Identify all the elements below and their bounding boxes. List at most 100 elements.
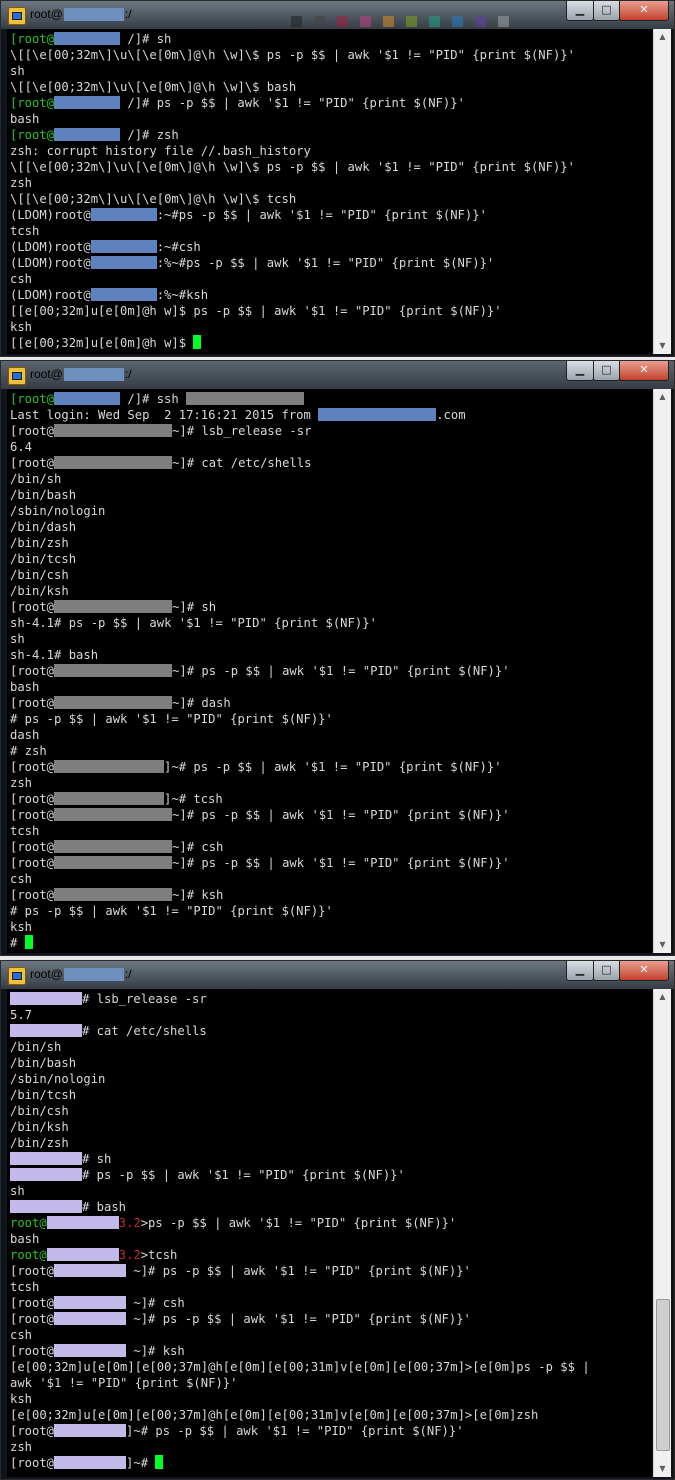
terminal-text: # ps -p $$ | awk '$1 != "PID" {print $(N… <box>10 712 333 726</box>
minimize-button[interactable]: ▁ <box>566 1 594 21</box>
scroll-down-arrow-icon[interactable]: ▼ <box>654 1461 671 1477</box>
terminal-text: /bin/dash <box>10 520 77 534</box>
terminal-text: [root@ <box>10 808 55 822</box>
terminal-text: sh <box>10 64 25 78</box>
vertical-scrollbar[interactable]: ▲ ▼ <box>653 989 671 1477</box>
terminal-line: \[[\e[00;32m\]\u\[\e[0m\]@\h \w]\$ ps -p… <box>10 47 652 63</box>
terminal-text: ~]# ps -p $$ | awk '$1 != "PID" {print $… <box>172 856 510 870</box>
redacted-text <box>54 664 173 677</box>
terminal-text: [root@ <box>10 424 55 438</box>
terminal-text: ksh <box>10 920 33 934</box>
maximize-button[interactable]: □ <box>593 961 620 981</box>
terminal-text: [root@ <box>10 840 55 854</box>
terminal-window-2[interactable]: root@:/ ▁ □ ✕ [root@ /]# ssh Last login:… <box>0 360 675 956</box>
vertical-scrollbar[interactable]: ▲ ▼ <box>653 389 671 953</box>
redacted-text <box>54 808 173 821</box>
maximize-button[interactable]: □ <box>593 1 620 21</box>
terminal-text: :~#csh <box>156 240 201 254</box>
terminal-text: ~]# ksh <box>172 888 224 902</box>
terminal-line: # zsh <box>10 743 652 759</box>
putty-icon[interactable] <box>8 967 26 985</box>
terminal-line: (LDOM)root@:~#csh <box>10 239 652 255</box>
terminal-text: ~]# cat /etc/shells <box>172 456 312 470</box>
title-bar[interactable]: root@:/ ▁ □ ✕ <box>1 961 674 989</box>
maximize-button[interactable]: □ <box>593 361 620 381</box>
scroll-up-arrow-icon[interactable]: ▲ <box>654 29 671 45</box>
putty-icon[interactable] <box>8 367 26 385</box>
terminal-text: ~]# ps -p $$ | awk '$1 != "PID" {print $… <box>172 664 510 678</box>
terminal-line: # sh <box>10 1151 652 1167</box>
scroll-down-arrow-icon[interactable]: ▼ <box>654 937 671 953</box>
redacted-text <box>186 392 305 405</box>
terminal-text: # <box>10 936 25 950</box>
close-button[interactable]: ✕ <box>619 361 669 381</box>
terminal-text: ~]# dash <box>172 696 231 710</box>
terminal-output[interactable]: [root@ /]# sh \[[\e[00;32m\]\u\[\e[0m\]@\… <box>7 29 652 354</box>
terminal-line: 6.4 <box>10 439 652 455</box>
terminal-text: /]# zsh <box>120 128 179 142</box>
scroll-down-arrow-icon[interactable]: ▼ <box>654 338 671 354</box>
terminal-text: /]# ssh <box>120 392 187 406</box>
terminal-line: sh <box>10 631 652 647</box>
terminal-line: /sbin/nologin <box>10 1071 652 1087</box>
terminal-line: /sbin/nologin <box>10 503 652 519</box>
terminal-line: [root@ ~]# ps -p $$ | awk '$1 != "PID" {… <box>10 1311 652 1327</box>
scrollbar-thumb[interactable] <box>656 1299 670 1451</box>
title-bar[interactable]: root@:/ ▁ □ ✕ <box>1 1 674 29</box>
terminal-text: (LDOM)root@ <box>10 208 91 222</box>
scroll-up-arrow-icon[interactable]: ▲ <box>654 389 671 405</box>
terminal-text: dash <box>10 728 40 742</box>
terminal-line: [root@ /]# zsh <box>10 127 652 143</box>
terminal-text: root@ <box>10 1216 47 1230</box>
terminal-text: # ps -p $$ | awk '$1 != "PID" {print $(N… <box>10 904 333 918</box>
terminal-text: ~]# ps -p $$ | awk '$1 != "PID" {print $… <box>172 808 510 822</box>
redacted-text <box>90 256 157 269</box>
minimize-button[interactable]: ▁ <box>566 361 594 381</box>
terminal-line: /bin/csh <box>10 567 652 583</box>
terminal-line: csh <box>10 1327 652 1343</box>
terminal-line: sh-4.1# bash <box>10 647 652 663</box>
terminal-line: [[e[00;32m]u[e[0m]@h w]$ <box>10 335 652 351</box>
terminal-text: 5.7 <box>10 1008 33 1022</box>
putty-icon[interactable] <box>8 7 26 25</box>
terminal-line: tcsh <box>10 1279 652 1295</box>
terminal-line: /bin/ksh <box>10 583 652 599</box>
close-button[interactable]: ✕ <box>619 961 669 981</box>
terminal-window-1[interactable]: root@:/ ▁ □ ✕ [root@ /]# sh \[[\e[00;32m\… <box>0 0 675 357</box>
terminal-line: awk '$1 != "PID" {print $(NF)}' <box>10 1375 652 1391</box>
terminal-line: bash <box>10 111 652 127</box>
terminal-line: zsh <box>10 1439 652 1455</box>
terminal-text: root@ <box>10 1248 47 1262</box>
redacted-text <box>54 1296 127 1309</box>
terminal-output[interactable]: [root@ /]# ssh Last login: Wed Sep 2 17:… <box>7 389 652 953</box>
terminal-line: ksh <box>10 319 652 335</box>
terminal-output[interactable]: # lsb_release -sr 5.7 # cat /etc/shells/bi… <box>7 989 652 1477</box>
scroll-up-arrow-icon[interactable]: ▲ <box>654 989 671 1005</box>
close-button[interactable]: ✕ <box>619 1 669 21</box>
minimize-button[interactable]: ▁ <box>566 961 594 981</box>
terminal-text: ~]# csh <box>172 840 224 854</box>
terminal-text: ~]# ksh <box>126 1344 185 1358</box>
window-title: root@:/ <box>30 967 132 982</box>
terminal-window-3[interactable]: root@:/ ▁ □ ✕ # lsb_release -sr 5.7 # cat … <box>0 960 675 1480</box>
terminal-line: ksh <box>10 919 652 935</box>
terminal-text: ]~# ps -p $$ | awk '$1 != "PID" {print $… <box>164 760 502 774</box>
text-cursor <box>155 1455 164 1469</box>
terminal-line: ksh <box>10 1391 652 1407</box>
terminal-line: /bin/sh <box>10 1039 652 1055</box>
terminal-line: # bash <box>10 1199 652 1215</box>
terminal-text: ~]# sh <box>172 600 217 614</box>
terminal-text: /]# ps -p $$ | awk '$1 != "PID" {print $… <box>120 96 465 110</box>
terminal-text: csh <box>10 272 33 286</box>
terminal-text: # ps -p $$ | awk '$1 != "PID" {print $(N… <box>82 1168 405 1182</box>
title-bar[interactable]: root@:/ ▁ □ ✕ <box>1 361 674 389</box>
terminal-text: :%~#ksh <box>156 288 209 302</box>
vertical-scrollbar[interactable]: ▲ ▼ <box>653 29 671 354</box>
terminal-text: sh <box>10 632 25 646</box>
terminal-line: [root@ ~]# dash <box>10 695 652 711</box>
terminal-line: \[[\e[00;32m\]\u\[\e[0m\]@\h \w]\$ ps -p… <box>10 159 652 175</box>
terminal-line: sh <box>10 1183 652 1199</box>
terminal-line: # <box>10 935 652 951</box>
terminal-line: [root@ ~]# ksh <box>10 1343 652 1359</box>
terminal-text: ksh <box>10 1392 33 1406</box>
